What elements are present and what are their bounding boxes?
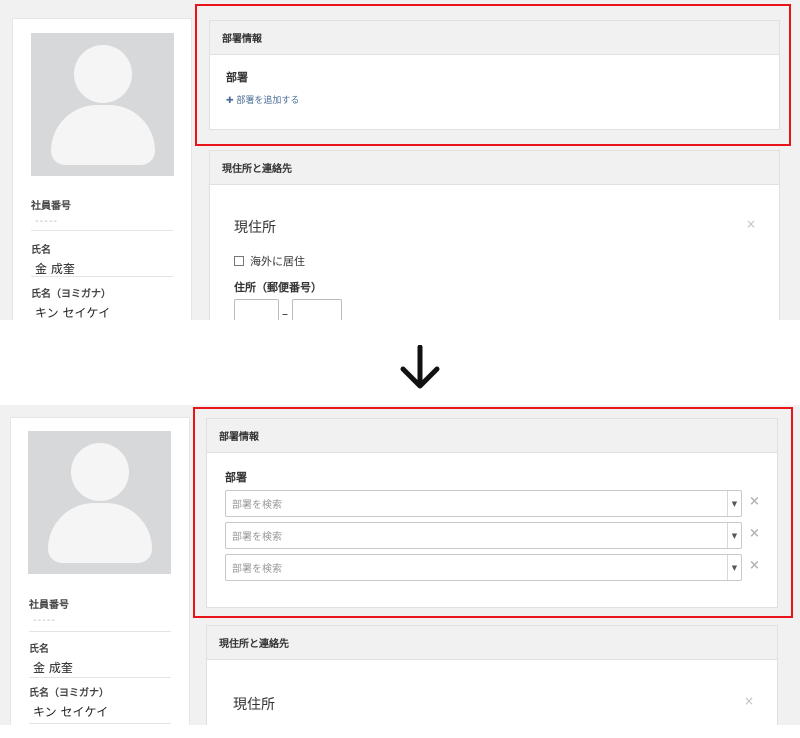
postal-code-first-input[interactable]	[234, 299, 279, 320]
profile-card: 社員番号 ----- 氏名 金 成奎 氏名（ヨミガナ） キン セイケイ	[10, 417, 190, 725]
arrow-down-icon	[400, 345, 440, 389]
employee-number-label: 社員番号	[29, 600, 69, 611]
highlight-frame	[195, 4, 791, 146]
address-panel: 現住所と連絡先 現住所 ×	[206, 625, 778, 725]
current-address-title: 現住所	[233, 697, 275, 713]
name-label: 氏名	[29, 644, 49, 655]
employee-number-label: 社員番号	[31, 201, 71, 212]
postal-dash: –	[282, 307, 288, 320]
avatar-body-icon	[51, 105, 155, 165]
kana-label: 氏名（ヨミガナ）	[29, 688, 109, 699]
avatar-head-icon	[74, 45, 132, 103]
overseas-checkbox-row[interactable]: 海外に居住	[234, 253, 305, 269]
employee-number-field: 社員番号 -----	[31, 197, 173, 231]
kana-value: キン セイケイ	[35, 306, 111, 320]
postal-code-second-input[interactable]	[292, 299, 342, 320]
name-field: 氏名 金 成奎	[29, 640, 171, 678]
kana-label: 氏名（ヨミガナ）	[31, 289, 111, 300]
overseas-label: 海外に居住	[250, 255, 305, 268]
avatar-head-icon	[71, 443, 129, 501]
after-screenshot: 社員番号 ----- 氏名 金 成奎 氏名（ヨミガナ） キン セイケイ 部署情報…	[0, 405, 800, 725]
kana-field: 氏名（ヨミガナ） キン セイケイ	[31, 285, 173, 320]
address-panel: 現住所と連絡先 現住所 × 海外に居住 住所（郵便番号） –	[209, 150, 780, 320]
name-value: 金 成奎	[35, 262, 75, 276]
current-address-title: 現住所	[234, 220, 276, 236]
avatar-body-icon	[48, 503, 152, 563]
name-value: 金 成奎	[33, 661, 73, 675]
postal-label: 住所（郵便番号）	[234, 281, 322, 294]
name-field: 氏名 金 成奎	[31, 241, 173, 277]
employee-number-value: -----	[33, 615, 57, 626]
kana-field: 氏名（ヨミガナ） キン セイケイ	[29, 684, 171, 724]
avatar	[28, 431, 171, 574]
overseas-checkbox[interactable]	[234, 256, 244, 266]
profile-card: 社員番号 ----- 氏名 金 成奎 氏名（ヨミガナ） キン セイケイ	[12, 18, 192, 320]
close-icon[interactable]: ×	[746, 217, 756, 231]
before-screenshot: 社員番号 ----- 氏名 金 成奎 氏名（ヨミガナ） キン セイケイ 部署情報…	[0, 0, 800, 320]
name-label: 氏名	[31, 245, 51, 256]
kana-value: キン セイケイ	[33, 705, 109, 719]
address-panel-header: 現住所と連絡先	[210, 151, 779, 185]
avatar	[31, 33, 174, 176]
employee-number-field: 社員番号 -----	[29, 596, 171, 632]
address-panel-header: 現住所と連絡先	[207, 626, 777, 660]
employee-number-value: -----	[35, 216, 59, 227]
highlight-frame	[193, 407, 793, 618]
close-icon[interactable]: ×	[744, 694, 754, 708]
